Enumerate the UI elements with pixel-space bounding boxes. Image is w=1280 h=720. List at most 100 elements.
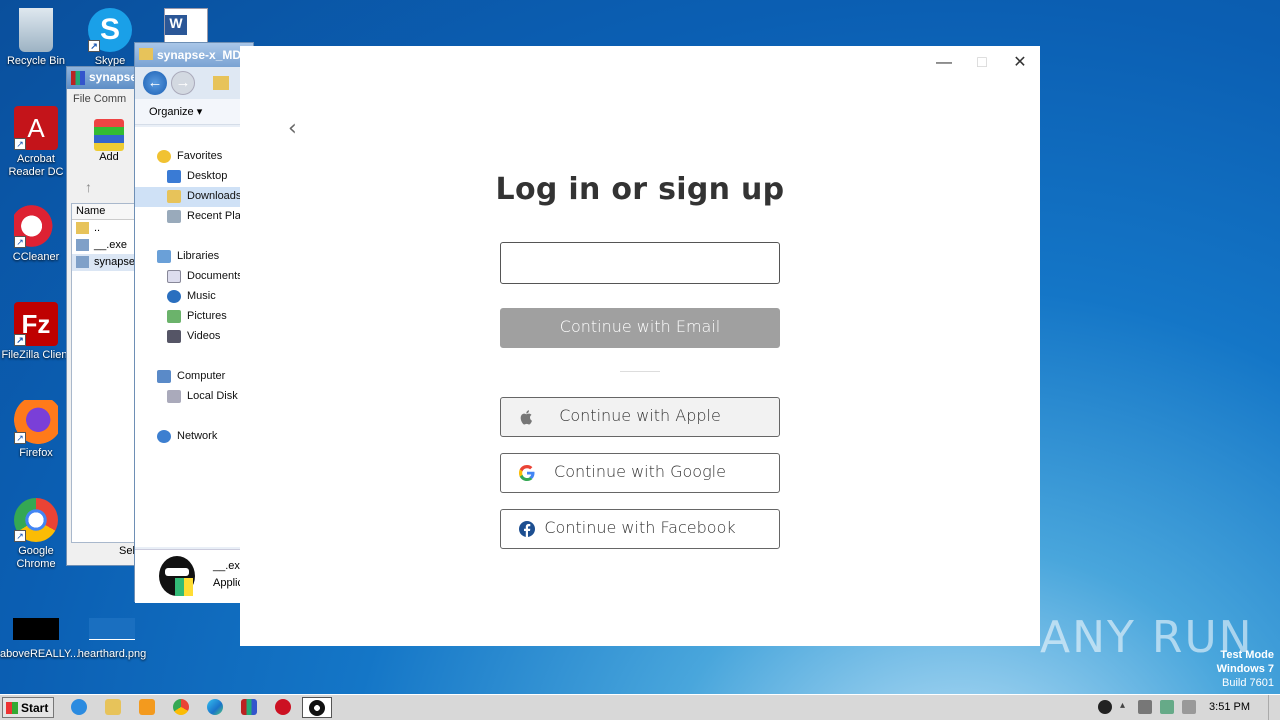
explorer-titlebar[interactable]: synapse-x_MD bbox=[135, 43, 253, 67]
back-arrow-icon[interactable]: ← bbox=[143, 71, 167, 95]
taskbar: Start ▴ 3:51 PM bbox=[0, 694, 1280, 720]
continue-with-google-button[interactable]: Continue with Google bbox=[500, 453, 780, 493]
winrar-icon bbox=[241, 699, 257, 715]
nav-pictures[interactable]: Pictures bbox=[135, 307, 241, 327]
nav-computer[interactable]: Computer bbox=[135, 367, 241, 387]
nav-libraries[interactable]: Libraries bbox=[135, 247, 241, 267]
ninja-avatar-icon bbox=[159, 556, 195, 596]
file-thumbnail-icon bbox=[13, 618, 59, 640]
up-arrow-icon[interactable]: ↑ bbox=[85, 179, 92, 195]
detail-file-name: __.ex bbox=[213, 560, 240, 572]
minimize-button[interactable]: — bbox=[930, 54, 958, 74]
winrar-title: synapse bbox=[89, 70, 138, 84]
desktop-icon bbox=[167, 170, 181, 183]
taskbar-ccleaner[interactable] bbox=[268, 697, 298, 718]
nav-recent-places[interactable]: Recent Plac bbox=[135, 207, 241, 227]
anyrun-tray-icon[interactable] bbox=[1098, 700, 1112, 714]
folder-icon bbox=[213, 76, 229, 90]
ccleaner-icon: ↗ bbox=[14, 204, 58, 248]
nav-desktop[interactable]: Desktop bbox=[135, 167, 241, 187]
media-player-icon bbox=[139, 699, 155, 715]
details-pane: __.ex Applic bbox=[135, 549, 253, 603]
desktop-icon-chrome[interactable]: ↗ Google Chrome bbox=[0, 498, 72, 571]
libraries-icon bbox=[157, 250, 171, 263]
internet-explorer-icon bbox=[71, 699, 87, 715]
continue-with-facebook-button[interactable]: Continue with Facebook bbox=[500, 509, 780, 549]
nav-documents[interactable]: Documents bbox=[135, 267, 241, 287]
downloads-folder-icon bbox=[167, 190, 181, 203]
documents-icon bbox=[167, 270, 181, 283]
test-mode-notice: Test Mode Windows 7 Build 7601 bbox=[1216, 649, 1274, 689]
word-document-icon[interactable]: W bbox=[164, 8, 208, 44]
desktop-icon-label: Google Chrome bbox=[16, 545, 56, 570]
recycle-bin-icon bbox=[19, 8, 53, 52]
volume-icon[interactable] bbox=[1138, 700, 1152, 714]
nav-network[interactable]: Network bbox=[135, 427, 241, 447]
hard-drive-icon bbox=[167, 390, 181, 403]
nav-videos[interactable]: Videos bbox=[135, 327, 241, 347]
desktop-icon-label: Acrobat Reader DC bbox=[8, 153, 64, 178]
organize-button[interactable]: Organize ▾ bbox=[135, 99, 253, 125]
close-button[interactable]: ✕ bbox=[1006, 54, 1034, 74]
app-icon bbox=[309, 700, 325, 716]
nav-local-disk[interactable]: Local Disk ( bbox=[135, 387, 241, 407]
explorer-navbar: ← → bbox=[135, 67, 253, 99]
desktop-icon-abovereally[interactable]: aboveREALLY... bbox=[0, 618, 80, 661]
taskbar-media-player[interactable] bbox=[132, 697, 162, 718]
explorer-window[interactable]: synapse-x_MD ← → Organize ▾ Favorites De… bbox=[134, 42, 254, 603]
image-file-icon bbox=[89, 618, 135, 640]
explorer-title: synapse-x_MD bbox=[157, 48, 242, 62]
desktop-icon-label: hearthard.png bbox=[77, 648, 147, 660]
network-icon[interactable] bbox=[1160, 700, 1174, 714]
nav-music[interactable]: Music bbox=[135, 287, 241, 307]
back-chevron-icon[interactable]: ‹ bbox=[288, 116, 297, 141]
chrome-icon bbox=[173, 699, 189, 715]
nav-downloads[interactable]: Downloads bbox=[135, 187, 241, 207]
windows-flag-icon bbox=[6, 702, 18, 714]
taskbar-internet-explorer[interactable] bbox=[64, 697, 94, 718]
start-button[interactable]: Start bbox=[2, 697, 54, 718]
archive-books-icon bbox=[94, 119, 124, 151]
winrar-icon bbox=[71, 71, 85, 85]
ccleaner-icon bbox=[275, 699, 291, 715]
continue-with-email-button[interactable]: Continue with Email bbox=[500, 308, 780, 348]
desktop-icon-label: aboveREALLY... bbox=[0, 648, 80, 660]
desktop-icon-filezilla[interactable]: Fz ↗ FileZilla Client bbox=[0, 302, 72, 362]
taskbar-chrome[interactable] bbox=[166, 697, 196, 718]
nav-favorites[interactable]: Favorites bbox=[135, 147, 241, 167]
desktop-icon-recycle-bin[interactable]: Recycle Bin bbox=[0, 8, 72, 68]
taskbar-edge[interactable] bbox=[200, 697, 230, 718]
page-title: Log in or sign up bbox=[495, 172, 785, 207]
desktop-icon-label: Recycle Bin bbox=[6, 55, 66, 67]
desktop-icon-label: Firefox bbox=[19, 447, 53, 459]
email-field[interactable] bbox=[500, 242, 780, 284]
clock[interactable]: 3:51 PM bbox=[1209, 701, 1250, 713]
chevron-down-icon: ▾ bbox=[196, 106, 203, 118]
music-note-icon bbox=[167, 290, 181, 303]
continue-with-apple-button[interactable]: Continue with Apple bbox=[500, 397, 780, 437]
forward-arrow-icon[interactable]: → bbox=[171, 71, 195, 95]
acrobat-reader-icon: A ↗ bbox=[14, 106, 58, 150]
exe-file-icon bbox=[76, 239, 89, 251]
desktop-icon-acrobat[interactable]: A ↗ Acrobat Reader DC bbox=[0, 106, 72, 179]
desktop-icon-hearthard[interactable]: hearthard.png bbox=[76, 618, 148, 661]
add-button-label: Add bbox=[99, 151, 119, 163]
folder-icon bbox=[139, 48, 153, 60]
desktop-icon-ccleaner[interactable]: ↗ CCleaner bbox=[0, 204, 72, 264]
network-globe-icon bbox=[157, 430, 171, 443]
taskbar-explorer[interactable] bbox=[98, 697, 128, 718]
show-desktop-button[interactable] bbox=[1268, 695, 1280, 720]
chevron-up-icon[interactable]: ▴ bbox=[1120, 700, 1134, 714]
maximize-button[interactable]: □ bbox=[968, 54, 996, 74]
system-tray: ▴ 3:51 PM bbox=[1090, 695, 1280, 720]
chrome-icon: ↗ bbox=[14, 498, 58, 542]
folder-icon bbox=[76, 222, 89, 234]
action-center-flag-icon[interactable] bbox=[1182, 700, 1196, 714]
desktop-icon-firefox[interactable]: ↗ Firefox bbox=[0, 400, 72, 460]
detail-file-type: Applic bbox=[213, 577, 243, 589]
login-dialog: — □ ✕ ‹ Log in or sign up Continue with … bbox=[240, 46, 1040, 646]
add-button[interactable]: Add bbox=[91, 119, 127, 163]
taskbar-synapse-app[interactable] bbox=[302, 697, 332, 718]
skype-icon: S ↗ bbox=[88, 8, 132, 52]
taskbar-winrar[interactable] bbox=[234, 697, 264, 718]
